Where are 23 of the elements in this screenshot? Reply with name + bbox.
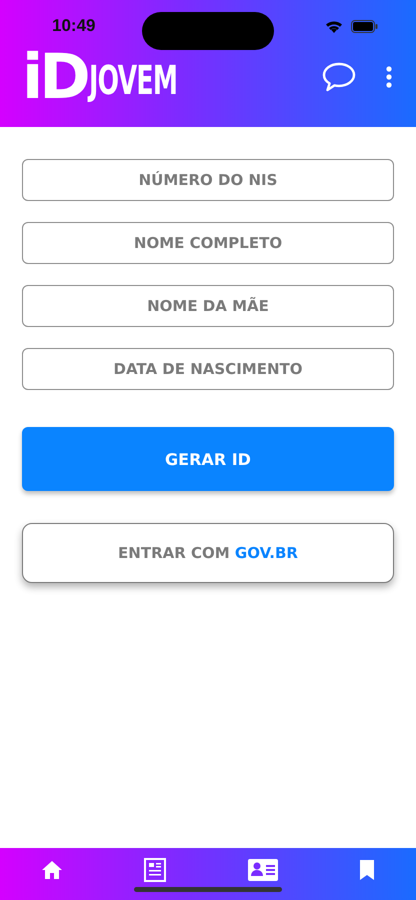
generate-id-button[interactable]: GERAR ID xyxy=(22,427,394,491)
nav-tab[interactable] xyxy=(144,858,166,882)
bookmark-icon xyxy=(359,860,376,880)
nav-tab[interactable] xyxy=(248,858,278,882)
wifi-icon xyxy=(325,20,343,32)
chat-button[interactable] xyxy=(322,62,356,92)
more-menu-button[interactable] xyxy=(386,66,392,88)
speech-bubble-icon xyxy=(322,62,356,92)
status-time: 10:49 xyxy=(52,16,96,36)
logo-mark: iD xyxy=(22,48,87,104)
input-field[interactable]: DATA DE NASCIMENTO xyxy=(22,348,394,390)
battery-icon xyxy=(351,20,378,32)
id-card-icon xyxy=(248,858,278,882)
home-icon xyxy=(40,860,63,880)
input-field[interactable]: NOME DA MÃE xyxy=(22,285,394,327)
logo-wordmark: JOVEM xyxy=(88,58,178,102)
input-field[interactable]: NOME COMPLETO xyxy=(22,222,394,264)
newspaper-icon xyxy=(144,858,166,882)
nav-tab[interactable] xyxy=(359,860,376,880)
nav-tab[interactable] xyxy=(40,860,63,880)
govbr-login-button[interactable]: ENTRAR COM GOV.BR xyxy=(22,523,394,583)
input-field[interactable]: NÚMERO DO NIS xyxy=(22,159,394,201)
more-icon xyxy=(386,66,392,88)
